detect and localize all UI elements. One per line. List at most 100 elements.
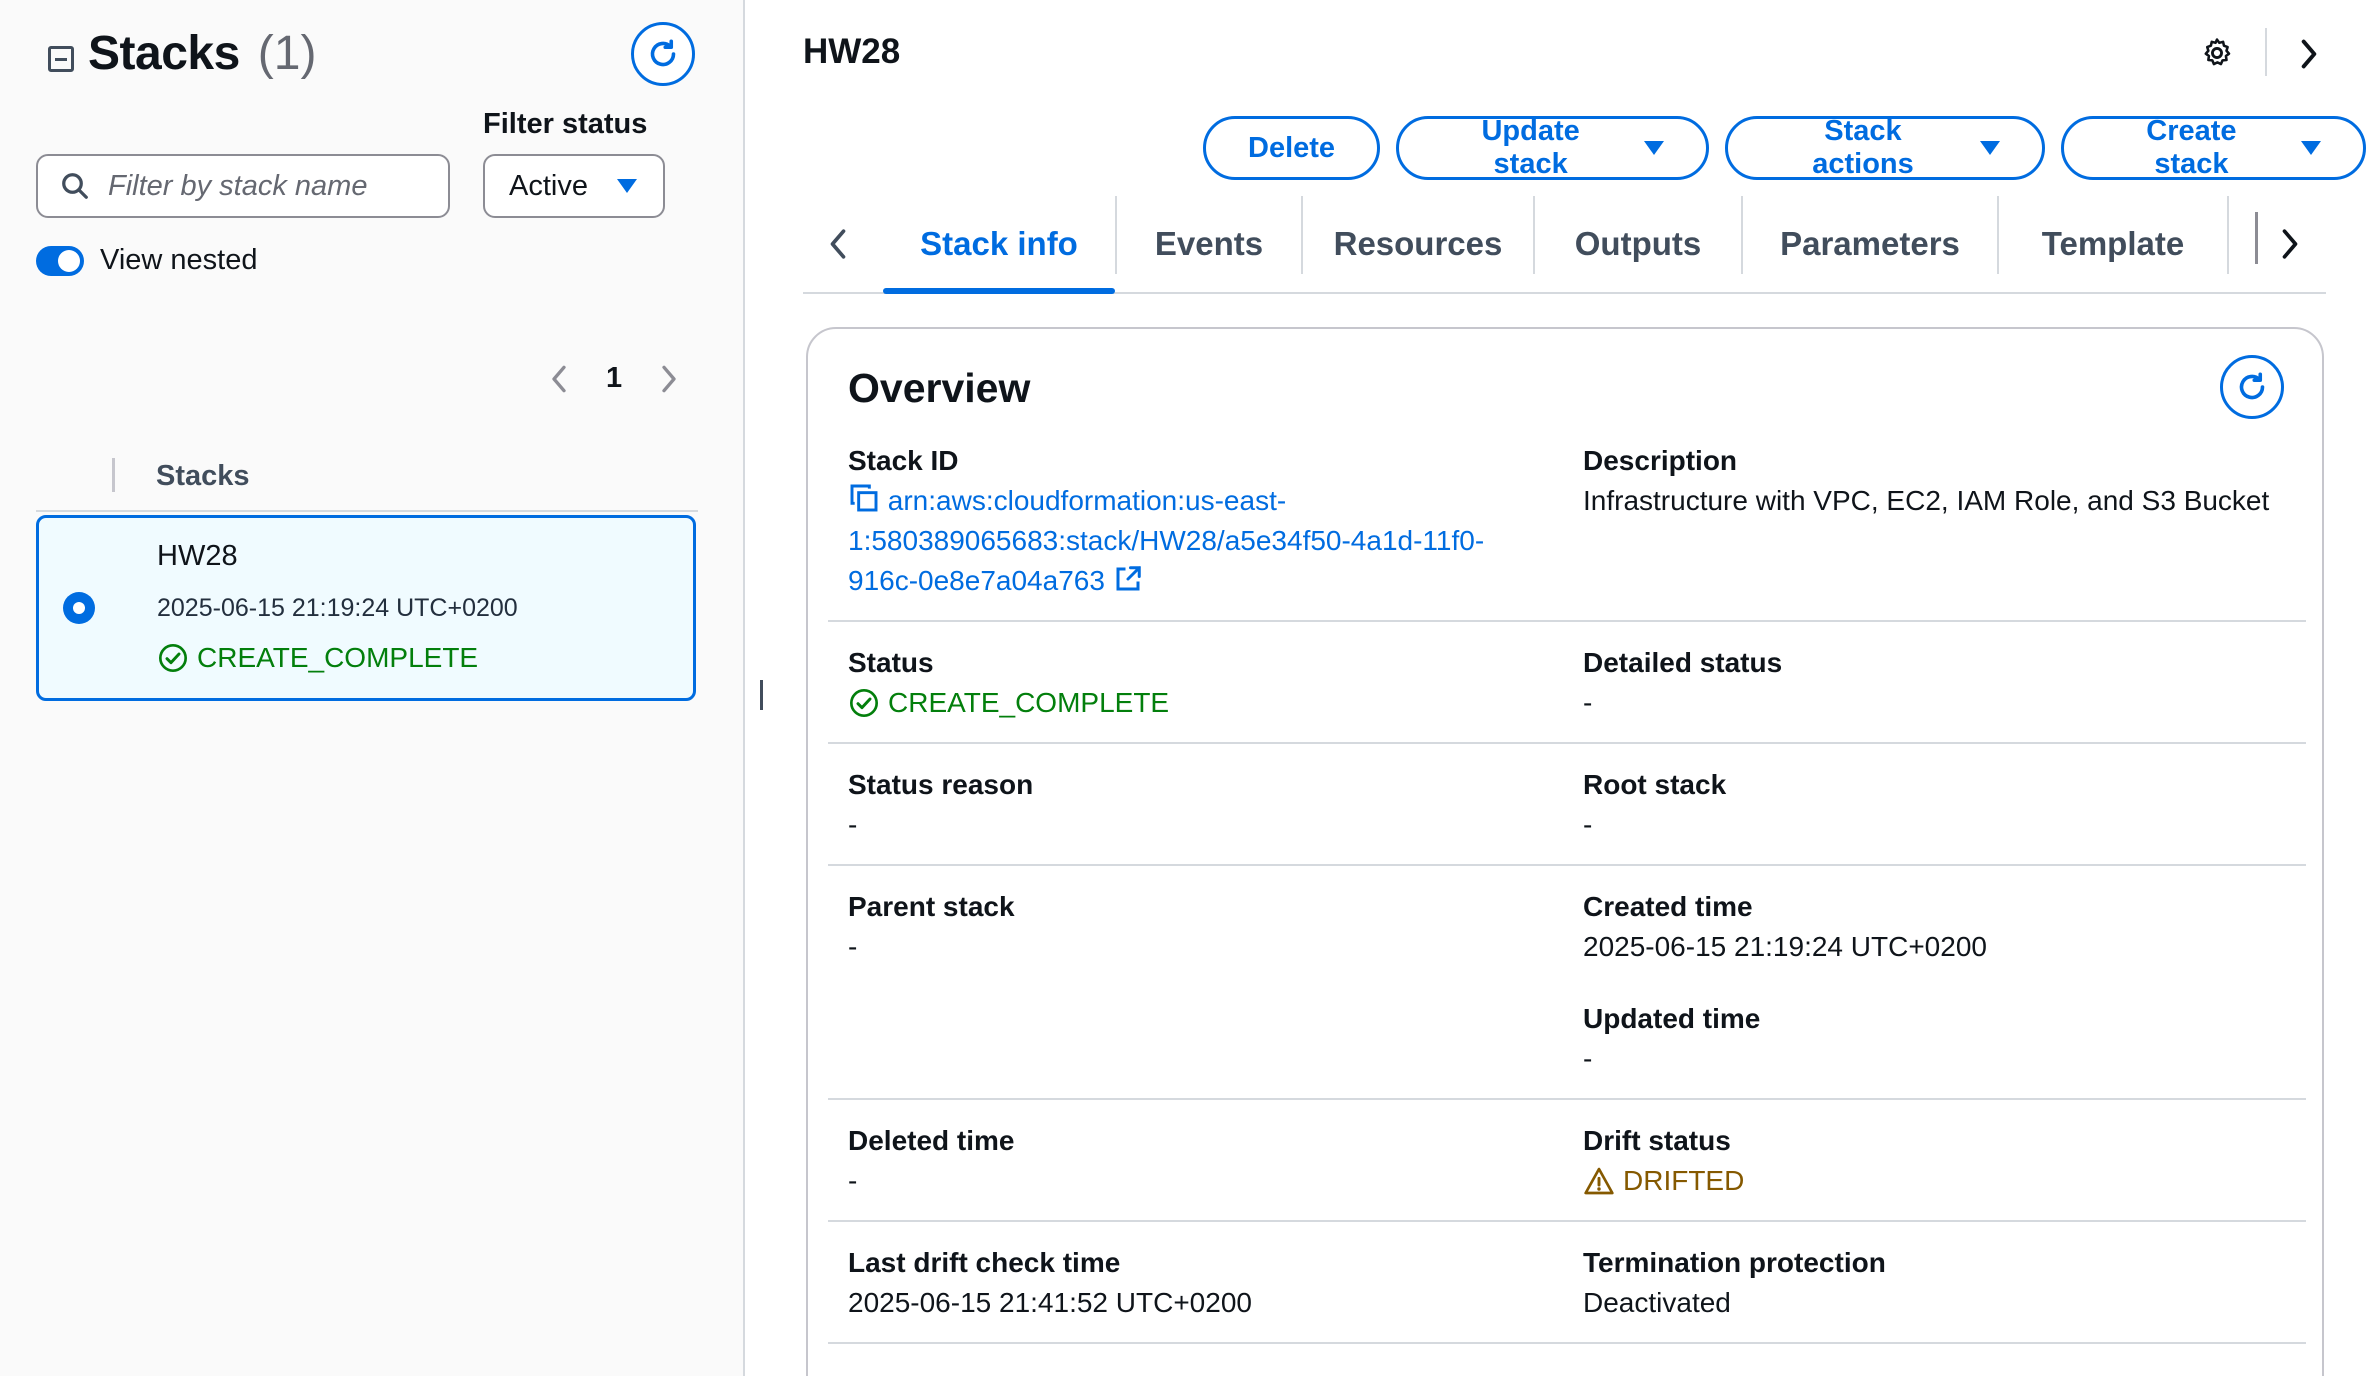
stack-id-line-3[interactable]: 916c-0e8e7a04a763 <box>848 565 1105 596</box>
root-stack-field: Root stack - <box>1583 765 1726 845</box>
tab-outputs[interactable]: Outputs <box>1535 196 1741 292</box>
updated-time-label: Updated time <box>1583 1003 1761 1034</box>
termination-protection-value: Deactivated <box>1583 1287 1731 1318</box>
parent-stack-value: - <box>848 931 858 962</box>
page-title: HW28 <box>803 32 901 71</box>
stack-id-field: Stack ID arn:aws:cloudformation:us-east-… <box>848 441 1548 601</box>
stack-search[interactable] <box>36 154 450 218</box>
row-divider <box>828 1098 2306 1100</box>
page-number[interactable]: 1 <box>606 362 622 395</box>
tab-template[interactable]: Template <box>1999 196 2227 292</box>
view-nested-label: View nested <box>100 244 258 276</box>
view-nested-row: View nested <box>36 244 257 277</box>
view-nested-toggle[interactable] <box>36 245 84 276</box>
overview-container: Overview Stack ID arn:aws:cloudformation… <box>806 327 2324 1376</box>
root-stack-value: - <box>1583 809 1593 840</box>
stacks-count: (1) <box>257 27 317 80</box>
filter-status-label: Filter status <box>483 108 648 140</box>
search-icon <box>62 173 88 199</box>
tab-scroll-edge <box>2255 212 2258 264</box>
stack-item-name[interactable]: HW28 <box>157 540 238 573</box>
stacks-column-label[interactable]: Stacks <box>156 460 250 493</box>
stack-id-label: Stack ID <box>848 445 959 476</box>
copy-icon[interactable] <box>848 482 880 514</box>
caret-down-icon <box>1979 141 2000 155</box>
stack-actions-button[interactable]: Stack actions <box>1725 115 2045 180</box>
overview-title: Overview <box>848 365 1031 411</box>
termination-protection-label: Termination protection <box>1583 1247 1886 1278</box>
update-stack-button[interactable]: Update stack <box>1396 115 1710 180</box>
status-reason-value: - <box>848 809 858 840</box>
stack-id-line-1[interactable]: arn:aws:cloudformation:us-east- <box>888 485 1286 516</box>
status-text: CREATE_COMPLETE <box>888 687 1170 718</box>
stack-item-status: CREATE_COMPLETE <box>157 642 478 674</box>
deleted-time-label: Deleted time <box>848 1125 1015 1156</box>
warning-icon <box>1584 1167 1614 1195</box>
stack-tabs: Stack info Events Resources Outputs Para… <box>803 196 2326 294</box>
refresh-icon <box>650 39 676 67</box>
stack-action-buttons: Delete Update stack Stack actions Create… <box>1203 115 2366 180</box>
header-divider <box>2265 28 2267 76</box>
parent-stack-field: Parent stack - <box>848 887 1015 967</box>
stack-id-line-2[interactable]: 1:580389065683:stack/HW28/a5e34f50-4a1d-… <box>848 525 1484 556</box>
collapse-icon[interactable] <box>48 45 74 72</box>
created-time-value: 2025-06-15 21:19:24 UTC+0200 <box>1583 931 1987 962</box>
chevron-left-icon[interactable] <box>548 364 570 394</box>
last-drift-check-field: Last drift check time 2025-06-15 21:41:5… <box>848 1243 1252 1323</box>
success-icon <box>159 644 187 672</box>
status-label: Status <box>848 647 934 678</box>
stacks-column-header: Stacks <box>36 454 698 512</box>
gear-icon[interactable] <box>2200 36 2234 70</box>
stack-list-item[interactable]: HW28 2025-06-15 21:19:24 UTC+0200 CREATE… <box>36 515 696 701</box>
drift-status-label: Drift status <box>1583 1125 1731 1156</box>
update-stack-label: Update stack <box>1481 115 1580 180</box>
delete-button[interactable]: Delete <box>1203 116 1381 180</box>
tab-events[interactable]: Events <box>1117 196 1301 292</box>
tab-divider <box>2227 196 2229 274</box>
parent-stack-label: Parent stack <box>848 891 1015 922</box>
tab-stack-info[interactable]: Stack info <box>883 196 1115 294</box>
delete-button-label: Delete <box>1248 131 1336 164</box>
success-icon <box>850 689 878 717</box>
status-value: CREATE_COMPLETE <box>848 683 1169 723</box>
deleted-time-value: - <box>848 1165 858 1196</box>
chevron-right-icon[interactable] <box>658 364 680 394</box>
status-reason-field: Status reason - <box>848 765 1033 845</box>
caret-down-icon <box>2301 141 2321 155</box>
overview-refresh-button[interactable] <box>2220 355 2284 419</box>
drift-status-field: Drift status DRIFTED <box>1583 1121 1744 1201</box>
last-drift-check-label: Last drift check time <box>848 1247 1121 1278</box>
create-stack-button[interactable]: Create stack <box>2060 115 2366 180</box>
chevron-right-icon[interactable] <box>2279 226 2301 262</box>
panel-resize-handle[interactable] <box>760 680 763 710</box>
description-label: Description <box>1583 445 1738 476</box>
drift-status-value: DRIFTED <box>1583 1161 1744 1201</box>
row-divider <box>828 1220 2306 1222</box>
status-field: Status CREATE_COMPLETE <box>848 643 1169 723</box>
root-stack-label: Root stack <box>1583 769 1727 800</box>
external-link-icon[interactable] <box>1113 564 1143 594</box>
row-divider <box>828 1342 2306 1344</box>
column-divider <box>112 458 115 492</box>
caret-down-icon <box>1644 141 1665 155</box>
tab-parameters[interactable]: Parameters <box>1743 196 1997 292</box>
stacks-refresh-button[interactable] <box>631 22 695 86</box>
drift-status-text: DRIFTED <box>1623 1165 1745 1196</box>
status-reason-label: Status reason <box>848 769 1034 800</box>
row-divider <box>828 864 2306 866</box>
created-time-label: Created time <box>1583 891 1753 922</box>
stack-radio[interactable] <box>63 592 95 624</box>
create-stack-label: Create stack <box>2146 115 2237 180</box>
filter-status-select[interactable]: Active <box>483 154 665 218</box>
stack-id-link[interactable]: arn:aws:cloudformation:us-east- 1:580389… <box>848 481 1548 601</box>
stack-item-status-text: CREATE_COMPLETE <box>197 642 479 673</box>
search-input[interactable] <box>108 169 448 203</box>
tab-resources[interactable]: Resources <box>1303 196 1533 292</box>
stacks-title: Stacks <box>88 27 240 80</box>
chevron-right-icon[interactable] <box>2298 38 2320 70</box>
chevron-left-icon[interactable] <box>827 226 849 262</box>
stacks-header: Stacks (1) <box>48 26 316 81</box>
description-field: Description Infrastructure with VPC, EC2… <box>1583 441 2269 521</box>
description-value: Infrastructure with VPC, EC2, IAM Role, … <box>1583 485 2270 516</box>
updated-time-field: Updated time - <box>1583 999 1760 1079</box>
